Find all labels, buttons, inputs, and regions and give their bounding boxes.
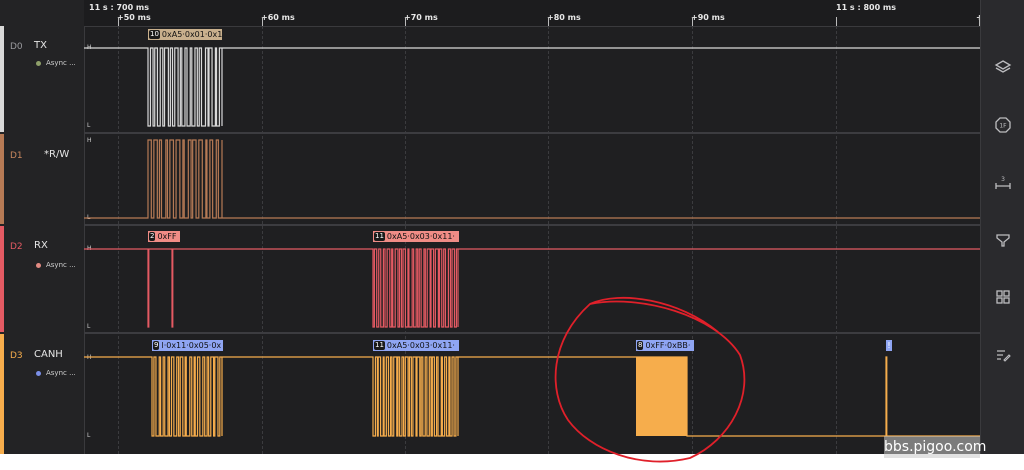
ruler-tick: [405, 17, 406, 26]
channel-label-d3[interactable]: D3 CANH Async ...: [0, 334, 84, 454]
channel-label-d1[interactable]: D1 *R/W: [0, 134, 84, 224]
notes-icon[interactable]: [993, 345, 1013, 365]
channel-id: D3: [10, 351, 23, 361]
decode-bubble-can-4[interactable]: !: [886, 340, 892, 351]
decode-text: 0xFF·0xBB·: [645, 341, 691, 350]
timing-marker-icon[interactable]: 3: [993, 172, 1013, 192]
extensions-icon[interactable]: [993, 287, 1013, 307]
frame-count-badge: 8: [637, 341, 644, 350]
frame-count-badge: 2: [149, 232, 156, 241]
decode-bubble-rx-1[interactable]: 2 0xFF: [148, 231, 180, 242]
signal-line: [84, 47, 980, 127]
watermark: bbs.pigoo.com: [884, 436, 986, 458]
frame-count-badge: 10: [149, 30, 160, 39]
svg-text:1F: 1F: [999, 123, 1007, 130]
analyzer-dot: [36, 262, 41, 268]
decode-text: 0xA5·0x03·0x11·: [386, 232, 455, 241]
channel-id: D2: [10, 242, 23, 252]
trigger-settings-icon[interactable]: 1F: [993, 115, 1013, 135]
channel-id: D0: [10, 42, 23, 52]
signal-line: [84, 139, 980, 219]
decode-bubble-tx[interactable]: 10 0xA5·0x01·0x1: [148, 29, 222, 40]
ruler-label-plus-90: +90 ms: [691, 13, 725, 22]
analyzer-dot: [36, 370, 41, 376]
ruler-label-plus-70: +70 ms: [404, 13, 438, 22]
analyzer-dot: [36, 60, 41, 66]
frame-count-badge: 11: [374, 341, 385, 350]
ruler-end-time: 11 s : 800 ms: [836, 3, 897, 12]
logic-analyzer-window: D0 TX Async ... D1 *R/W D2 RX Async ... …: [0, 0, 1024, 454]
decode-text: !: [887, 341, 891, 350]
svg-text:3: 3: [1001, 176, 1005, 183]
decode-text: l·0x11·0x05·0x: [161, 341, 222, 350]
ruler-tick: [118, 17, 119, 26]
channel-name: TX: [34, 40, 47, 51]
channel-name: *R/W: [44, 149, 70, 160]
channel-id: D1: [10, 151, 23, 161]
channel-label-d2[interactable]: D2 RX Async ...: [0, 226, 84, 332]
ruler-label-plus-50: +50 ms: [117, 13, 151, 22]
channel-color-stripe: [0, 334, 4, 454]
analyzer-tag[interactable]: Async ...: [36, 369, 76, 377]
decode-bubble-rx-2[interactable]: 11 0xA5·0x03·0x11·: [373, 231, 459, 242]
analyzer-label: Async ...: [46, 369, 76, 377]
analyzer-label: Async ...: [46, 261, 76, 269]
layers-icon[interactable]: [993, 57, 1013, 77]
channel-name: CANH: [34, 349, 63, 360]
decode-text: 0xA5·0x03·0x11·: [386, 341, 455, 350]
ruler-label-plus-60: +60 ms: [261, 13, 295, 22]
side-toolbar: 1F 3: [980, 0, 1024, 454]
analyzer-tag[interactable]: Async ...: [36, 261, 76, 269]
analyzer-label: Async ...: [46, 59, 76, 67]
trace-d2-rx: [84, 248, 980, 328]
ruler-tick: [548, 17, 549, 26]
waveform-area[interactable]: H L H L H L H L 10 0xA5·0x01·0x1 2 0xFF 11…: [84, 26, 980, 454]
time-ruler[interactable]: 11 s : 700 ms +50 ms +60 ms +70 ms +80 m…: [84, 0, 988, 27]
ruler-start-time: 11 s : 700 ms: [89, 3, 150, 12]
ruler-tick: [692, 17, 693, 26]
channel-color-stripe: [0, 134, 4, 224]
ruler-tick: [262, 17, 263, 26]
channel-label-column: D0 TX Async ... D1 *R/W D2 RX Async ... …: [0, 0, 85, 454]
frame-count-badge: 11: [374, 232, 385, 241]
dense-data-burst: [636, 357, 687, 436]
signal-line: [84, 356, 980, 437]
decode-bubble-can-2[interactable]: 11 0xA5·0x03·0x11·: [373, 340, 459, 351]
filter-icon[interactable]: [993, 230, 1013, 250]
channel-color-stripe: [0, 26, 4, 132]
channel-color-stripe: [0, 226, 4, 332]
trace-d3-canh: [84, 356, 980, 437]
ruler-tick: [836, 17, 837, 26]
waveform-traces: [84, 47, 980, 437]
channel-name: RX: [34, 240, 48, 251]
trace-d1-rw: [84, 139, 980, 219]
analyzer-tag[interactable]: Async ...: [36, 59, 76, 67]
trace-d0-tx: [84, 47, 980, 127]
ruler-label-plus-80: +80 ms: [547, 13, 581, 22]
decode-text: 0xFF: [157, 232, 177, 241]
frame-count-badge: 9: [153, 341, 160, 350]
decode-bubble-can-1[interactable]: 9 l·0x11·0x05·0x: [152, 340, 223, 351]
signal-line: [84, 248, 980, 328]
decode-text: 0xA5·0x01·0x1: [161, 30, 222, 39]
decode-bubble-can-3[interactable]: 8 0xFF·0xBB·: [636, 340, 694, 351]
channel-label-d0[interactable]: D0 TX Async ...: [0, 26, 84, 132]
